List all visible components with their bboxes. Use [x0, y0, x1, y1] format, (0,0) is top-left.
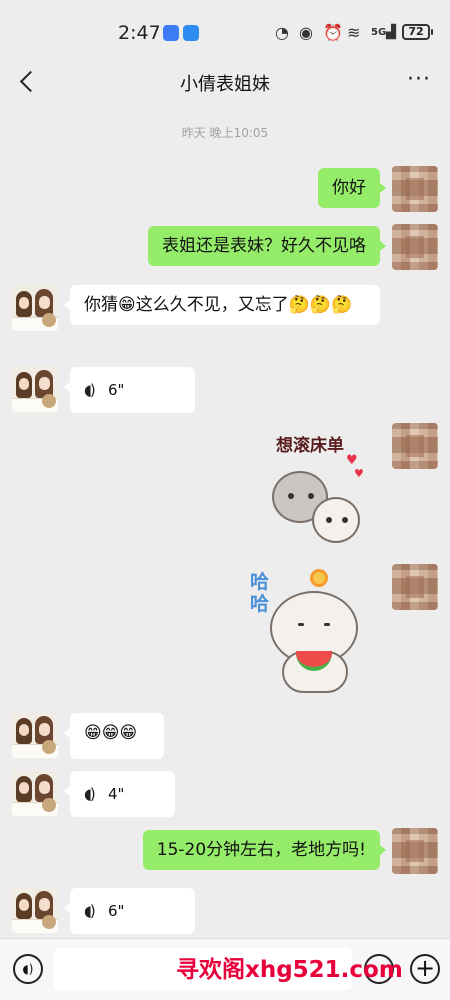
contact-avatar[interactable] — [12, 887, 58, 933]
voice-message[interactable]: ◖) 6" — [64, 888, 195, 934]
contact-avatar[interactable] — [12, 366, 58, 412]
heart-icon: ♥ — [354, 467, 364, 480]
chat-header: 小倩表姐妹 ··· — [0, 60, 450, 106]
eye-icon: ◉ — [299, 23, 313, 42]
my-avatar[interactable] — [392, 166, 438, 212]
flower-icon — [310, 569, 328, 587]
battery-icon: 72 — [402, 24, 433, 40]
message-bubble[interactable]: 😁😁😁 — [64, 713, 164, 759]
contact-avatar[interactable] — [12, 770, 58, 816]
alarm-icon: ⏰ — [323, 23, 343, 42]
watermark: 寻欢阁xhg521.com — [176, 957, 403, 983]
voice-wave-icon: ◖) — [84, 381, 96, 399]
my-avatar[interactable] — [392, 564, 438, 610]
message-bubble[interactable]: 表姐还是表妹？好久不见咯 — [148, 226, 386, 266]
message-bubble[interactable]: 15-20分钟左右，老地方吗! — [142, 830, 387, 870]
add-attachment-button[interactable]: + — [410, 954, 440, 984]
sticker-message[interactable]: 想滚床单 ♥ ♥ — [262, 425, 374, 553]
voice-message[interactable]: ◖) 4" — [64, 771, 175, 817]
my-avatar[interactable] — [392, 423, 438, 469]
sticker-caption: 哈哈 — [250, 571, 270, 615]
cat-sticker-icon — [312, 497, 360, 543]
message-bubble[interactable]: 你猜😁这么久不见，又忘了🤔🤔🤔 — [64, 285, 380, 325]
voice-wave-icon: ◖) — [84, 902, 96, 920]
status-bar: 2:47 ◔ ◉ ⏰ ≋ 5G ▟ 72 — [0, 0, 450, 60]
voice-input-button[interactable]: ◖) — [13, 954, 43, 984]
signal-icon: ▟ — [386, 25, 396, 40]
status-time: 2:47 — [118, 22, 161, 44]
my-avatar[interactable] — [392, 828, 438, 874]
contact-avatar[interactable] — [12, 712, 58, 758]
sticker-caption: 想滚床单 — [276, 436, 344, 456]
voice-message[interactable]: ◖) 6" — [64, 367, 195, 413]
voice-duration: 4" — [108, 785, 125, 803]
voice-wave-icon: ◖) — [84, 785, 96, 803]
sticker-message[interactable]: 哈哈 — [248, 565, 368, 700]
app-notification-icon — [163, 25, 179, 41]
voice-duration: 6" — [108, 381, 125, 399]
wifi-icon: ≋ — [347, 23, 361, 42]
chat-title: 小倩表姐妹 — [180, 74, 270, 95]
voice-duration: 6" — [108, 902, 125, 920]
my-avatar[interactable] — [392, 224, 438, 270]
message-timestamp: 昨天 晚上10:05 — [181, 126, 269, 140]
contact-avatar[interactable] — [12, 285, 58, 331]
app-notification-icon — [183, 25, 199, 41]
heart-icon: ♥ — [346, 453, 358, 468]
network-label: 5G — [371, 27, 387, 38]
speed-icon: ◔ — [275, 23, 289, 42]
message-bubble[interactable]: 你好 — [318, 168, 386, 208]
more-button[interactable]: ··· — [404, 68, 434, 96]
